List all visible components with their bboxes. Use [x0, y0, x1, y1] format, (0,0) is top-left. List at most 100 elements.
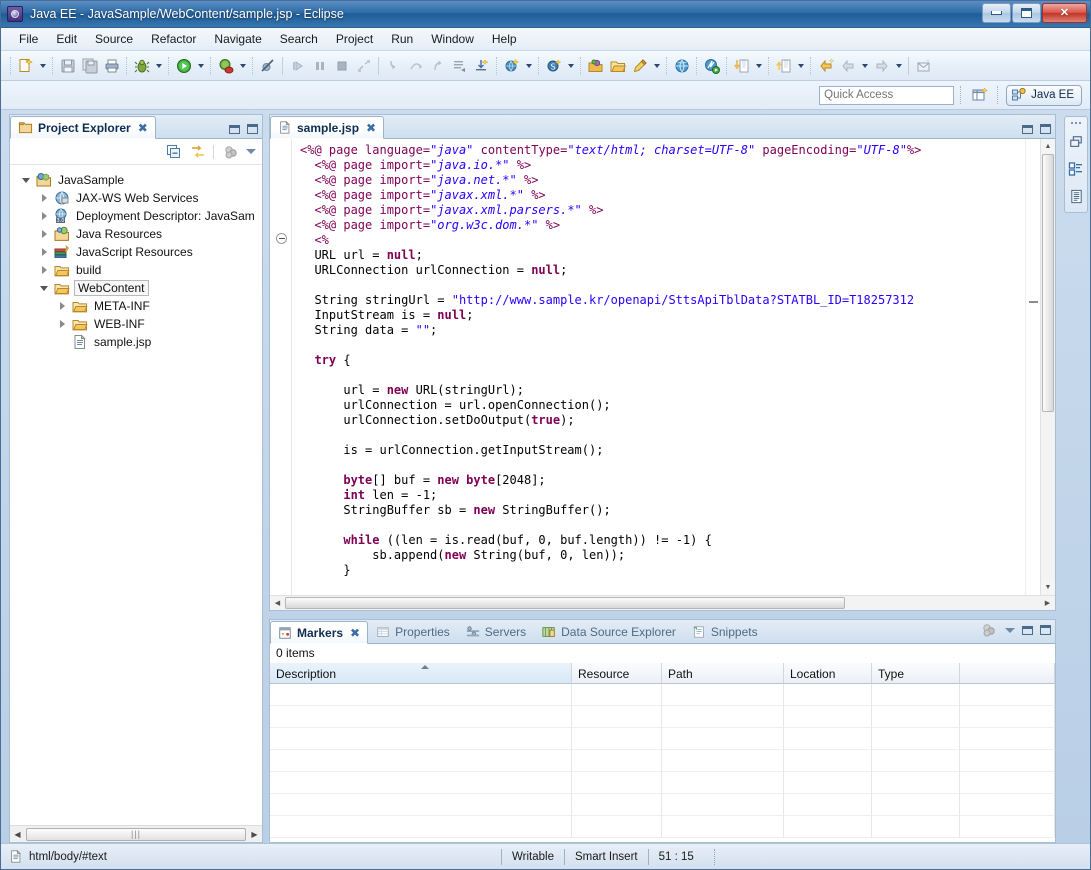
menu-search[interactable]: Search: [271, 29, 327, 49]
column-location[interactable]: Location: [784, 663, 872, 684]
minimize-view-icon[interactable]: [229, 125, 240, 134]
hscroll-thumb[interactable]: [285, 597, 845, 609]
editor-hscrollbar[interactable]: ◀ ▶: [270, 595, 1055, 610]
maximize-button[interactable]: [1012, 3, 1041, 23]
tab-servers[interactable]: Servers: [458, 620, 534, 643]
tab-markers[interactable]: Markers ✖: [270, 621, 368, 644]
export-icon[interactable]: [773, 55, 795, 77]
twisty-icon[interactable]: [38, 230, 50, 238]
resume-icon[interactable]: [287, 55, 309, 77]
new-email-icon[interactable]: [913, 55, 935, 77]
table-row[interactable]: [270, 816, 1055, 838]
view-menu-icon[interactable]: [246, 149, 256, 154]
menu-edit[interactable]: Edit: [47, 29, 86, 49]
scroll-right-icon[interactable]: ▶: [1040, 596, 1055, 611]
back-history-icon[interactable]: [815, 55, 837, 77]
web-browser-icon[interactable]: [671, 55, 693, 77]
previous-annotation-icon[interactable]: [837, 55, 859, 77]
new-web-project-dropdown[interactable]: [523, 55, 535, 77]
column-description[interactable]: Description: [270, 663, 572, 684]
table-row[interactable]: [270, 772, 1055, 794]
save-all-icon[interactable]: [79, 55, 101, 77]
open-perspective-icon[interactable]: [969, 85, 991, 105]
close-icon[interactable]: ✖: [138, 122, 148, 134]
twisty-icon[interactable]: [20, 178, 32, 183]
column-type[interactable]: Type: [872, 663, 960, 684]
table-row[interactable]: [270, 728, 1055, 750]
tree-row[interactable]: META-INF: [16, 297, 262, 315]
scroll-up-icon[interactable]: ▲: [1041, 139, 1056, 154]
tab-sample-jsp[interactable]: sample.jsp ✖: [270, 116, 384, 139]
scroll-left-icon[interactable]: ◀: [270, 596, 285, 611]
editor-vscrollbar[interactable]: ▲ ▼: [1040, 139, 1055, 595]
twisty-icon[interactable]: [38, 194, 50, 202]
close-button[interactable]: ✕: [1042, 3, 1087, 23]
save-icon[interactable]: [57, 55, 79, 77]
restore-icon[interactable]: [1067, 133, 1085, 151]
previous-annotation-dropdown[interactable]: [859, 55, 871, 77]
maximize-view-icon[interactable]: [247, 124, 258, 134]
tab-data-source-explorer[interactable]: Data Source Explorer: [534, 620, 684, 643]
new-web-project-icon[interactable]: [501, 55, 523, 77]
step-return-icon[interactable]: [427, 55, 449, 77]
twisty-icon[interactable]: [38, 286, 50, 291]
minimize-view-icon[interactable]: [1022, 626, 1033, 635]
table-row[interactable]: [270, 750, 1055, 772]
menu-refactor[interactable]: Refactor: [142, 29, 205, 49]
twisty-icon[interactable]: [38, 212, 50, 220]
menu-source[interactable]: Source: [86, 29, 142, 49]
scroll-thumb[interactable]: |||: [26, 828, 246, 841]
tree-row[interactable]: WEB-INF: [16, 315, 262, 333]
skip-all-breakpoints-icon[interactable]: [257, 55, 279, 77]
run-dropdown[interactable]: [195, 55, 207, 77]
edit-dropdown[interactable]: [651, 55, 663, 77]
project-tree[interactable]: JavaSample JAX-WS Web Services 3.0: [10, 165, 262, 825]
import-icon[interactable]: [731, 55, 753, 77]
edit-pen-icon[interactable]: [629, 55, 651, 77]
run-icon[interactable]: [173, 55, 195, 77]
last-tool-icon[interactable]: [471, 55, 493, 77]
close-icon[interactable]: ✖: [350, 627, 360, 639]
table-row[interactable]: [270, 706, 1055, 728]
maximize-editor-icon[interactable]: [1040, 124, 1051, 134]
terminate-icon[interactable]: [331, 55, 353, 77]
step-filters-icon[interactable]: [449, 55, 471, 77]
next-annotation-icon[interactable]: [871, 55, 893, 77]
table-row[interactable]: [270, 684, 1055, 706]
column-resource[interactable]: Resource: [572, 663, 662, 684]
run-on-server-icon[interactable]: [701, 55, 723, 77]
quick-access-input[interactable]: [819, 86, 954, 105]
menu-navigate[interactable]: Navigate: [205, 29, 270, 49]
column-path[interactable]: Path: [662, 663, 784, 684]
tab-properties[interactable]: Properties: [368, 620, 458, 643]
overview-ruler[interactable]: [1025, 139, 1040, 595]
scroll-down-icon[interactable]: ▼: [1041, 580, 1056, 595]
export-dropdown[interactable]: [795, 55, 807, 77]
suspend-icon[interactable]: [309, 55, 331, 77]
menu-window[interactable]: Window: [422, 29, 483, 49]
table-row[interactable]: [270, 794, 1055, 816]
open-package-icon[interactable]: [585, 55, 607, 77]
run-external-tools-icon[interactable]: [215, 55, 237, 77]
maximize-view-icon[interactable]: [1040, 625, 1051, 635]
disconnect-icon[interactable]: [353, 55, 375, 77]
view-menu-icon[interactable]: [1005, 628, 1015, 633]
tree-row[interactable]: Java Resources: [16, 225, 262, 243]
source-code[interactable]: <%@ page language="java" contentType="te…: [292, 139, 1025, 595]
tree-row[interactable]: build: [16, 261, 262, 279]
minimize-editor-icon[interactable]: [1022, 125, 1033, 134]
folding-gutter[interactable]: [270, 139, 292, 595]
view-menu-filters-icon[interactable]: [222, 143, 240, 161]
tree-row[interactable]: JAX-WS Web Services: [16, 189, 262, 207]
print-icon[interactable]: [101, 55, 123, 77]
import-dropdown[interactable]: [753, 55, 765, 77]
vscroll-track[interactable]: [1041, 154, 1056, 580]
drag-handle-icon[interactable]: [1071, 122, 1081, 124]
outline-icon[interactable]: [1067, 160, 1085, 178]
new-server-dropdown[interactable]: [565, 55, 577, 77]
twisty-icon[interactable]: [38, 266, 50, 274]
link-with-editor-icon[interactable]: [189, 143, 207, 161]
scroll-left-icon[interactable]: ◀: [10, 827, 25, 842]
tab-snippets[interactable]: Snippets: [684, 620, 766, 643]
next-annotation-dropdown[interactable]: [893, 55, 905, 77]
